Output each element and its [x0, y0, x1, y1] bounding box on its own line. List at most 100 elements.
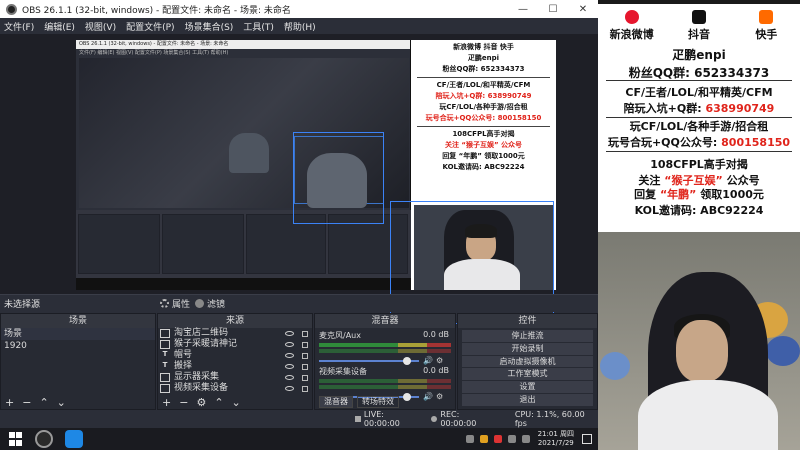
menu-profile[interactable]: 配置文件(P) [126, 20, 174, 33]
tray-icon[interactable] [465, 435, 474, 443]
scene-item[interactable]: 场景 [1, 328, 155, 340]
nested-taskbar [76, 278, 411, 290]
tray-icon[interactable] [493, 435, 502, 443]
start-virtual-camera-button[interactable]: 启动虚拟摄像机 [462, 355, 593, 368]
minimize-button[interactable]: — [508, 0, 538, 18]
network-icon[interactable] [507, 435, 516, 443]
exit-button[interactable]: 退出 [462, 393, 593, 406]
clock[interactable]: 21:01 周四 2021/7/29 [538, 430, 574, 448]
eye-icon[interactable] [285, 331, 294, 336]
browser-taskbar-icon[interactable] [65, 430, 83, 448]
scenes-list: 场景 1920 + − ⌃ ⌄ [1, 328, 155, 409]
notification-icon[interactable] [582, 434, 592, 444]
lock-icon[interactable] [302, 330, 308, 337]
close-button[interactable]: ✕ [568, 0, 598, 18]
source-item[interactable]: 淘宝店二维码 [158, 328, 312, 339]
properties-button[interactable]: 属性 [160, 297, 190, 310]
poster-line-play: 玩CF/LOL/各种手游/招合租 [439, 103, 528, 111]
scene-item[interactable]: 1920 [1, 340, 155, 352]
menu-tools[interactable]: 工具(T) [243, 20, 274, 33]
poster-line-invite: KOL邀请码: ABC92224 [442, 163, 525, 171]
poster-line-group: 陪玩入坑+Q群: 638990749 [435, 92, 532, 100]
source-item[interactable]: 猴子采暖请神记 [158, 339, 312, 350]
preview-area[interactable]: OBS 26.1.1 (32-bit, windows) - 配置文件: 未命名… [0, 34, 598, 324]
tab-mixer[interactable]: 混音器 [319, 396, 353, 408]
social-row: 新浪微博 抖音 快手 [598, 10, 800, 46]
reply-highlight: “年鹏” [659, 188, 697, 201]
menu-view[interactable]: 视图(V) [85, 20, 116, 33]
clock-time: 21:01 周四 [537, 430, 574, 438]
account-line: 玩号合玩+QQ公众号: 800158150 [598, 134, 800, 150]
source-label: 搬择 [174, 361, 193, 371]
eye-icon[interactable] [285, 386, 294, 391]
account-number: 800158150 [721, 136, 791, 149]
play-line: 玩CF/LOL/各种手游/招合租 [629, 120, 769, 133]
social-label: 快手 [755, 28, 778, 41]
volume-meter [319, 385, 451, 389]
chevron-up-icon[interactable]: ⌃ [214, 396, 223, 409]
overlay-top-edge [598, 0, 800, 4]
webcam-feed [598, 232, 800, 450]
menu-file[interactable]: 文件(F) [4, 20, 34, 33]
remove-icon[interactable]: − [179, 396, 188, 409]
system-tray: 21:01 周四 2021/7/29 [460, 428, 592, 450]
poster-line-qq: 粉丝QQ群: 652334373 [442, 65, 525, 73]
tray-icon[interactable] [479, 435, 488, 443]
source-item[interactable]: T 帽号 [158, 350, 312, 361]
gear-icon[interactable]: ⚙ [196, 396, 206, 409]
monitor-icon [160, 373, 170, 382]
source-item[interactable]: 视频采集设备 [158, 383, 312, 394]
lock-icon[interactable] [302, 374, 308, 381]
lock-icon[interactable] [302, 385, 308, 392]
lock-icon[interactable] [302, 341, 308, 348]
poster-line-follow: 关注 “猴子互娱” 公众号 [444, 141, 523, 149]
sources-header: 来源 [158, 314, 312, 328]
eye-icon[interactable] [285, 364, 294, 369]
sources-list: 淘宝店二维码 猴子采暖请神记 T 帽号 T 搬择 显示器采集 视频采集设备 + … [158, 328, 312, 409]
lock-icon[interactable] [302, 363, 308, 370]
cpu-status: CPU: 1.1%, 60.00 fps [514, 410, 585, 428]
filters-button[interactable]: 滤镜 [195, 297, 225, 310]
source-label: 猴子采暖请神记 [174, 339, 238, 349]
windows-start-icon[interactable] [9, 432, 23, 446]
menu-scene-collection[interactable]: 场景集合(S) [185, 20, 234, 33]
text-icon: T [162, 361, 168, 369]
lock-icon[interactable] [302, 352, 308, 359]
eye-icon[interactable] [285, 375, 294, 380]
add-icon[interactable]: + [162, 396, 171, 409]
speaker-icon[interactable] [521, 435, 530, 443]
add-icon[interactable]: + [5, 396, 14, 409]
eye-icon[interactable] [285, 353, 294, 358]
tab-transitions[interactable]: 转场特效 [357, 396, 399, 408]
menu-edit[interactable]: 编辑(E) [44, 20, 75, 33]
poster-line-social: 新浪微博 抖音 快手 [453, 43, 514, 51]
properties-label: 属性 [172, 300, 191, 310]
weibo-icon [624, 10, 639, 24]
selection-box-inner[interactable] [293, 132, 384, 224]
chevron-down-icon[interactable]: ⌄ [57, 396, 66, 409]
stop-streaming-button[interactable]: 停止推流 [462, 330, 593, 342]
settings-button[interactable]: 设置 [462, 381, 593, 393]
filters-label: 滤镜 [207, 300, 226, 310]
start-recording-button[interactable]: 开始录制 [462, 342, 593, 355]
invite-line: KOL邀请码: ABC92224 [634, 204, 764, 217]
menu-help[interactable]: 帮助(H) [284, 20, 316, 33]
rec-status: REC: 00:00:00 [431, 410, 496, 428]
volume-meter [319, 349, 451, 353]
source-item[interactable]: T 搬择 [158, 361, 312, 372]
chevron-down-icon[interactable]: ⌄ [232, 396, 241, 409]
eye-icon[interactable] [285, 342, 294, 347]
source-item[interactable]: 显示器采集 [158, 372, 312, 383]
screen: OBS 26.1.1 (32-bit, windows) - 配置文件: 未命名… [0, 0, 800, 450]
chevron-up-icon[interactable]: ⌃ [39, 396, 48, 409]
mixer-dock: 混音器 麦克风/Aux 0.0 dB 🔊 ⚙ 视频采集设备 0.0 dB 🔊 ⚙… [314, 313, 456, 410]
obs-taskbar-icon[interactable] [35, 430, 53, 448]
mixer-tabs: 混音器 转场特效 [315, 395, 455, 409]
source-toolbar: 未选择源 属性 滤镜 [0, 294, 598, 312]
studio-mode-button[interactable]: 工作室模式 [462, 368, 593, 381]
maximize-button[interactable]: ☐ [538, 0, 568, 18]
source-label: 帽号 [174, 350, 193, 360]
poster-divider [417, 126, 550, 127]
nested-menu: 文件(F) 编辑(E) 视图(V) 配置文件(P) 场景集合(S) 工具(T) … [76, 49, 410, 57]
remove-icon[interactable]: − [22, 396, 31, 409]
